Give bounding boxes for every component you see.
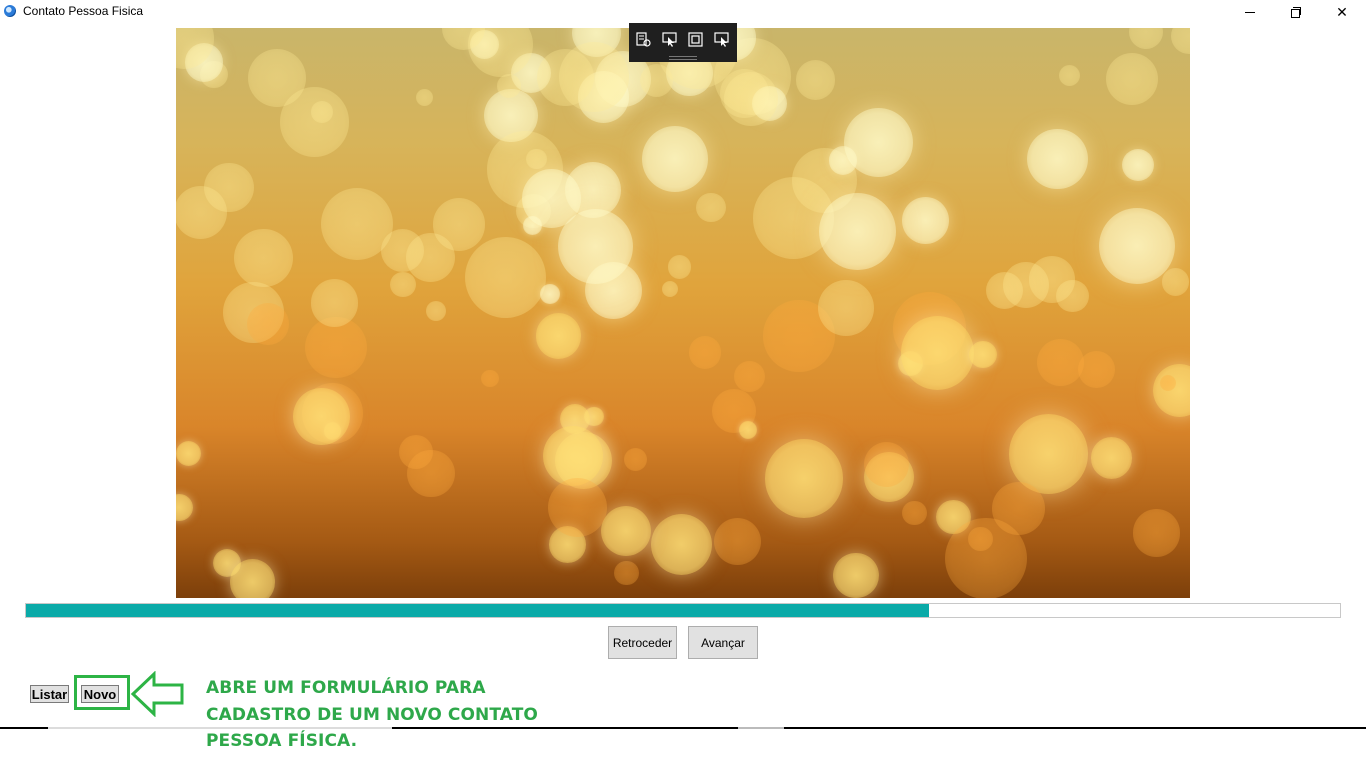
bokeh-light	[945, 517, 1027, 598]
overlay-toolbar[interactable]	[629, 23, 737, 62]
bokeh-light	[407, 449, 455, 498]
bokeh-light	[969, 340, 997, 369]
next-button[interactable]: Avançar	[688, 626, 758, 659]
previous-button[interactable]: Retroceder	[608, 626, 677, 659]
bokeh-light	[985, 271, 1023, 309]
bokeh-light	[661, 281, 678, 298]
bottom-divider-gap-2	[738, 727, 784, 729]
annotation-line-3: PESSOA FÍSICA.	[206, 731, 358, 751]
bokeh-light	[432, 198, 486, 251]
bokeh-light	[901, 197, 949, 244]
layout-bounds-icon[interactable]	[688, 32, 703, 47]
close-button[interactable]: ✕	[1319, 0, 1365, 24]
bokeh-light	[229, 559, 276, 598]
bokeh-light	[247, 49, 306, 108]
bokeh-light	[380, 228, 425, 273]
bokeh-light	[601, 505, 652, 557]
annotation-line-2: CADASTRO DE UM NOVO CONTATO	[206, 704, 538, 725]
bokeh-light	[234, 228, 293, 288]
bokeh-light	[688, 336, 722, 369]
bottom-divider-gap	[48, 727, 392, 729]
bokeh-light	[900, 316, 975, 390]
bokeh-light	[1121, 148, 1155, 181]
slide-progress-bar	[25, 603, 1341, 618]
bokeh-light	[496, 74, 521, 98]
bokeh-light	[1078, 351, 1115, 388]
annotation-line-1: ABRE UM FORMULÁRIO PARA	[206, 678, 486, 698]
progress-fill	[26, 604, 929, 617]
bokeh-light	[833, 552, 879, 598]
bokeh-light	[548, 477, 608, 537]
bokeh-light	[696, 192, 726, 223]
bokeh-light	[819, 193, 896, 270]
list-button[interactable]: Listar	[30, 685, 69, 703]
bokeh-light	[738, 421, 757, 440]
bokeh-light	[540, 284, 560, 304]
restore-button[interactable]	[1273, 0, 1319, 24]
bokeh-light	[465, 237, 546, 319]
bokeh-light	[902, 500, 927, 526]
bokeh-light	[1090, 436, 1133, 479]
new-button[interactable]: Novo	[81, 685, 119, 703]
bokeh-light	[795, 60, 835, 100]
bokeh-light	[724, 71, 778, 126]
bokeh-light	[311, 101, 333, 123]
select-mode-icon[interactable]	[636, 32, 651, 47]
bokeh-light	[426, 301, 447, 322]
close-icon: ✕	[1336, 3, 1348, 20]
bokeh-light	[481, 370, 499, 388]
left-arrow-icon	[130, 671, 184, 717]
window-title: Contato Pessoa Fisica	[23, 4, 144, 18]
bokeh-light	[203, 162, 254, 213]
bokeh-light	[1037, 339, 1085, 387]
bokeh-light	[818, 280, 875, 336]
bokeh-light	[764, 439, 844, 518]
bokeh-light	[390, 272, 416, 298]
bokeh-light	[864, 441, 910, 488]
annotation-text: ABRE UM FORMULÁRIO PARA CADASTRO DE UM N…	[206, 675, 546, 755]
bokeh-light	[246, 303, 289, 346]
title-bar: Contato Pessoa Fisica ✕	[0, 0, 1366, 24]
bokeh-light	[1106, 52, 1159, 105]
bokeh-light	[1128, 28, 1163, 50]
bokeh-light	[1099, 207, 1176, 285]
bokeh-light	[1058, 64, 1081, 86]
bokeh-light	[293, 388, 350, 445]
bokeh-light	[614, 560, 639, 585]
app-globe-icon	[4, 5, 16, 17]
pointer-icon[interactable]	[662, 32, 677, 47]
bokeh-light	[844, 108, 914, 178]
bokeh-light	[1170, 28, 1190, 55]
bokeh-light	[535, 312, 582, 359]
restore-icon	[1291, 7, 1301, 18]
bokeh-light	[733, 360, 766, 392]
bokeh-light	[176, 440, 202, 466]
bokeh-light	[416, 89, 434, 106]
bokeh-light	[713, 517, 761, 565]
bokeh-light	[1028, 256, 1076, 303]
slideshow-image	[176, 28, 1190, 598]
toolbar-grip[interactable]	[669, 56, 697, 60]
bokeh-light	[176, 494, 193, 522]
bokeh-light	[1161, 268, 1190, 296]
track-focus-icon[interactable]	[714, 32, 729, 47]
bokeh-light	[1027, 128, 1089, 190]
bokeh-light	[642, 126, 708, 192]
bokeh-light	[542, 425, 604, 487]
bokeh-light	[1133, 509, 1181, 557]
minimize-icon	[1245, 11, 1255, 13]
minimize-button[interactable]	[1227, 0, 1273, 24]
bokeh-light	[311, 279, 359, 327]
bokeh-light	[667, 255, 691, 279]
bokeh-light	[624, 448, 648, 472]
bokeh-light	[640, 64, 674, 98]
bokeh-light	[558, 209, 634, 285]
bokeh-light	[651, 514, 713, 576]
